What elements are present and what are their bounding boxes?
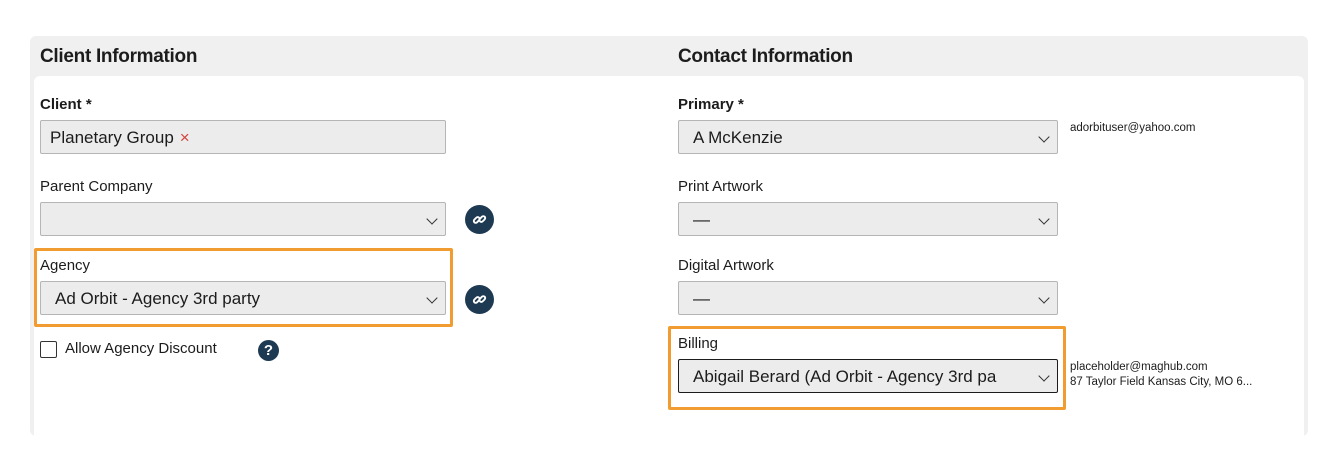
billing-address: 87 Taylor Field Kansas City, MO 6...	[1070, 376, 1253, 388]
print-artwork-select[interactable]: —	[678, 202, 1058, 236]
digital-artwork-value: —	[693, 289, 710, 308]
digital-artwork-select[interactable]: —	[678, 281, 1058, 315]
parent-company-link-button[interactable]	[465, 205, 494, 234]
print-artwork-label: Print Artwork	[678, 178, 764, 195]
chevron-down-icon	[1038, 370, 1050, 382]
client-label: Client *	[40, 96, 92, 113]
link-icon	[472, 295, 487, 304]
client-value: Planetary Group	[50, 128, 174, 147]
billing-value: Abigail Berard (Ad Orbit - Agency 3rd pa	[693, 367, 997, 386]
card-body: Client * Planetary Group × Parent Company…	[34, 76, 1304, 436]
allow-agency-discount-label: Allow Agency Discount	[65, 340, 217, 357]
agency-label: Agency	[40, 257, 91, 274]
chevron-down-icon	[1038, 292, 1050, 304]
close-icon[interactable]: ×	[180, 128, 190, 147]
card-header: Client Information Contact Information	[30, 36, 1308, 76]
chevron-down-icon	[426, 213, 438, 225]
client-information-title: Client Information	[40, 46, 198, 67]
parent-company-label: Parent Company	[40, 178, 153, 195]
agency-value: Ad Orbit - Agency 3rd party	[55, 289, 261, 308]
parent-company-select[interactable]	[40, 202, 446, 236]
link-icon	[472, 215, 487, 224]
billing-select[interactable]: Abigail Berard (Ad Orbit - Agency 3rd pa	[678, 359, 1058, 393]
agency-link-button[interactable]	[465, 285, 494, 314]
help-icon[interactable]: ?	[258, 340, 279, 361]
billing-label: Billing	[678, 335, 719, 352]
primary-contact-value: A McKenzie	[693, 128, 783, 147]
client-value-wrap: Planetary Group ×	[50, 128, 190, 148]
primary-contact-select[interactable]: A McKenzie	[678, 120, 1058, 154]
primary-label: Primary *	[678, 96, 744, 113]
chevron-down-icon	[1038, 131, 1050, 143]
agency-select[interactable]: Ad Orbit - Agency 3rd party	[40, 281, 446, 315]
digital-artwork-label: Digital Artwork	[678, 257, 774, 274]
primary-email: adorbituser@yahoo.com	[1070, 122, 1196, 134]
form-card: Client Information Contact Information C…	[30, 36, 1308, 436]
billing-email: placeholder@maghub.com	[1070, 361, 1208, 373]
client-field[interactable]: Planetary Group ×	[40, 120, 446, 154]
allow-agency-discount-checkbox[interactable]	[40, 341, 57, 358]
chevron-down-icon	[426, 292, 438, 304]
contact-information-title: Contact Information	[678, 46, 853, 67]
chevron-down-icon	[1038, 213, 1050, 225]
print-artwork-value: —	[693, 210, 710, 229]
